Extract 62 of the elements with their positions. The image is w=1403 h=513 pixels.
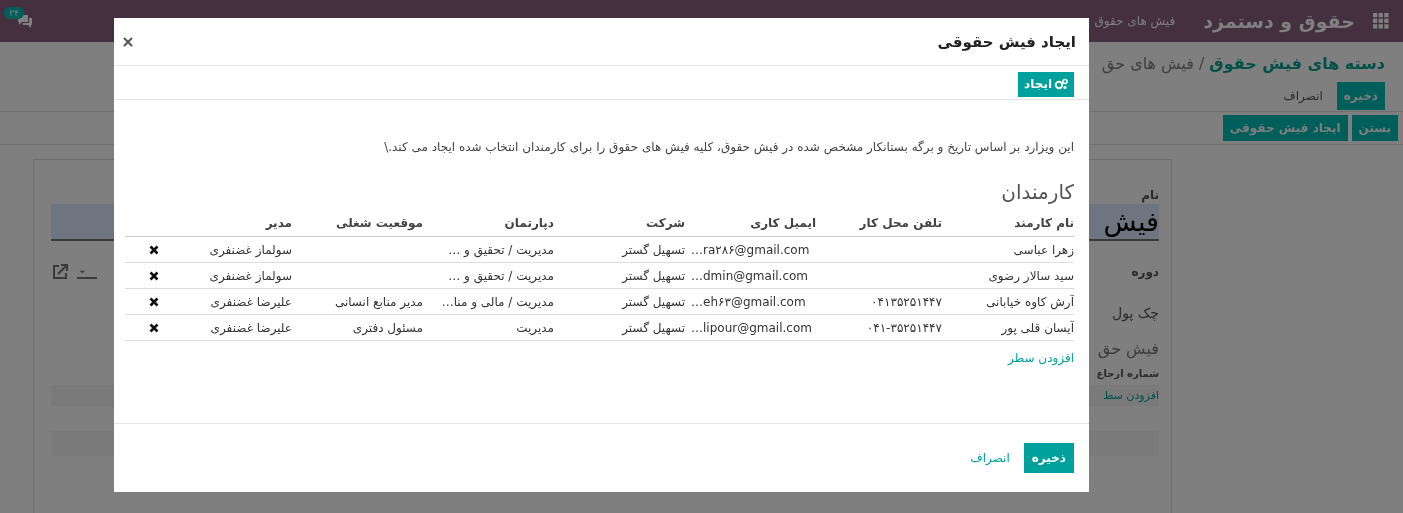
column-header: دپارتمان: [423, 212, 554, 237]
table-cell: مدیر منابع انسانی: [334, 294, 423, 309]
table-cell: آرش کاوه خیابانی: [986, 294, 1074, 309]
discard-button[interactable]: انصراف: [964, 443, 1016, 473]
table-cell: …ra۲۸۶@gmail.com: [691, 242, 810, 257]
table-cell: علیرضا غضنفری: [210, 294, 292, 309]
dialog-title: ایجاد فیش حقوقی: [937, 32, 1076, 51]
column-header: تلفن محل کار: [816, 212, 942, 237]
save-button[interactable]: ذخیره: [1023, 443, 1074, 473]
delete-icon[interactable]: [148, 270, 159, 281]
field-label: دوره: [1131, 265, 1159, 279]
table-cell: تسهیل گستر: [622, 242, 685, 257]
apps-grid-icon[interactable]: [1373, 13, 1389, 29]
column-header: شماره ارجاع: [1096, 368, 1159, 379]
section-title: کارمندان: [1000, 180, 1074, 204]
message-count-badge: ۳۴: [4, 7, 24, 19]
breadcrumb-separator: /: [1198, 54, 1205, 73]
column-header: شرکت: [554, 212, 685, 237]
table-cell: سولماز غضنفری: [209, 242, 292, 257]
table-cell: تسهیل گستر: [622, 320, 685, 335]
action-button[interactable]: بستن: [1351, 115, 1398, 141]
external-link-icon[interactable]: [51, 263, 69, 281]
menu-item[interactable]: فیش های حقوق: [1094, 14, 1176, 28]
save-button[interactable]: ذخیره: [1336, 82, 1385, 110]
table-cell: مدیریت / تحقیق و …: [448, 268, 554, 283]
table-cell: …eh۶۳@gmail.com: [691, 294, 806, 309]
column-header: ایمیل کاری: [685, 212, 816, 237]
field-label: نام: [1141, 188, 1159, 202]
table-cell: ۰۴۱۳۵۲۵۱۴۴۷: [871, 294, 942, 309]
close-icon[interactable]: [123, 36, 133, 47]
add-line-link[interactable]: افزودن سطر: [1008, 351, 1074, 365]
generate-button[interactable]: ایجاد: [1018, 71, 1074, 97]
table-cell: …dmin@gmail.com: [691, 268, 809, 283]
table-cell: ۰۴۱-۳۵۲۵۱۴۴۷: [866, 320, 942, 335]
delete-icon[interactable]: [148, 296, 159, 307]
table-cell: سید سالار رضوی: [988, 268, 1074, 283]
column-header: موقعیت شغلی: [292, 212, 423, 237]
table-cell: آیسان قلی پور: [1001, 320, 1074, 335]
field-label: چک پول: [1112, 305, 1159, 321]
column-header: نام کارمند: [942, 212, 1074, 237]
table-cell: مدیریت / مالی و منا…: [441, 294, 554, 309]
gears-icon: [1054, 78, 1068, 90]
add-line-link[interactable]: افزودن سط: [1103, 389, 1159, 402]
breadcrumb-current: فیش های حق: [1101, 54, 1194, 73]
table-cell: مسئول دفتری: [352, 320, 423, 335]
delete-icon[interactable]: [148, 244, 159, 255]
section-title: فیش حق: [1097, 339, 1159, 358]
breadcrumb-link[interactable]: دسته های فیش حقوق: [1209, 54, 1385, 73]
discard-button[interactable]: انصراف: [1277, 83, 1329, 109]
app-title: حقوق و دستمزد: [1203, 10, 1355, 32]
action-button[interactable]: ایجاد فیش حقوقی: [1222, 115, 1348, 141]
table-cell: مدیریت: [516, 320, 554, 335]
column-header: مدیر: [176, 212, 292, 237]
table-cell: تسهیل گستر: [622, 294, 685, 309]
delete-icon[interactable]: [148, 322, 159, 333]
table-cell: تسهیل گستر: [622, 268, 685, 283]
table-cell: …lipour@gmail.com: [691, 320, 812, 335]
description-text: این ویزارد بر اساس تاریخ و برگه بستانکار مشخص شده در فیش حقوق، کلیه فیش های حقوق را برای کارمندان انتخاب شده ایجاد می کند.\: [383, 140, 1074, 154]
table-cell: سولماز غضنفری: [209, 268, 292, 283]
table-cell: زهرا عباسی: [1013, 242, 1074, 257]
table-cell: مدیریت / تحقیق و …: [448, 242, 554, 257]
table-cell: علیرضا غضنفری: [210, 320, 292, 335]
